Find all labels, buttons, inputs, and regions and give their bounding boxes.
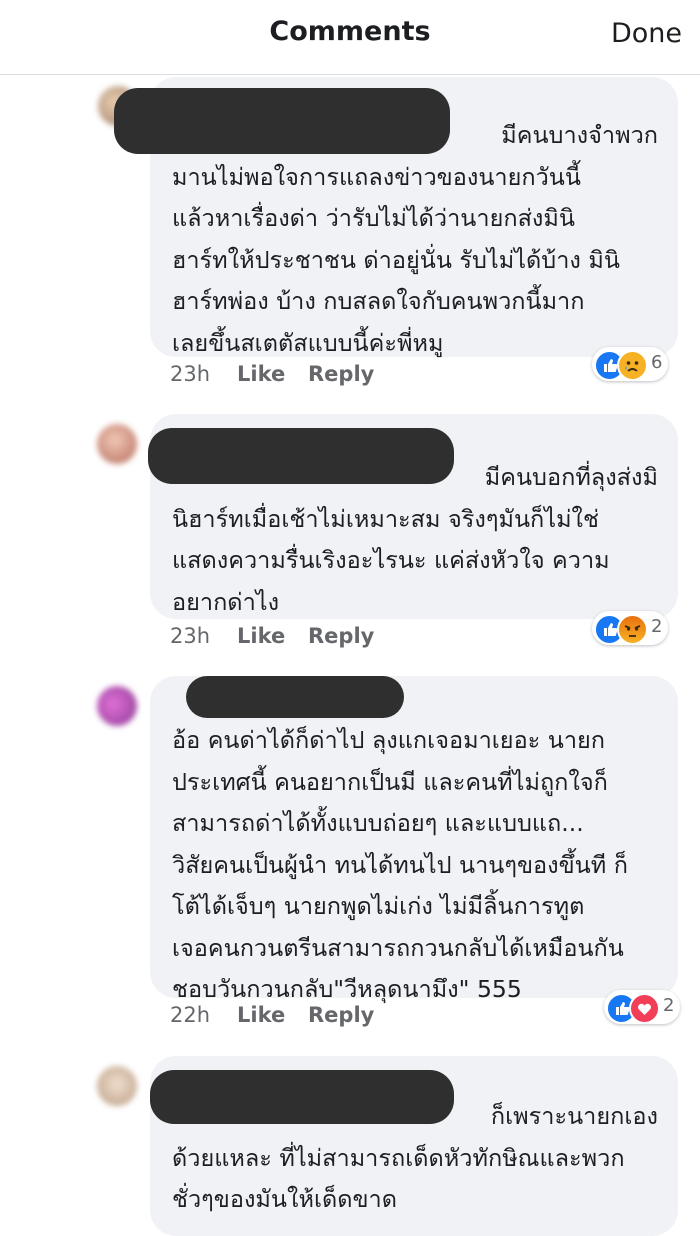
- love-reaction-icon: [629, 993, 660, 1024]
- comment-text-line: โต้ได้เจ็บๆ นายกพูดไม่เก่ง ไม่มีลิ้นการท…: [172, 892, 585, 920]
- redacted-author-name: [150, 1070, 454, 1124]
- comment-text-line: อ้อ คนด่าได้ก็ด่าไป ลุงแกเจอมาเยอะ นายก: [172, 726, 606, 754]
- comment-time: 22h: [170, 1003, 211, 1027]
- comment-text-line: เลยขึ้นสเตตัสแบบนี้ค่ะพี่หมู: [172, 328, 444, 357]
- reaction-count: 2: [663, 995, 675, 1016]
- avatar[interactable]: [97, 686, 137, 726]
- comment-actions: 23h Like Reply: [170, 624, 590, 654]
- comment-text-line: อยากด่าไง: [172, 587, 280, 616]
- avatar[interactable]: [97, 1066, 137, 1106]
- comment-text-line: แสดงความรื่นเริงอะไรนะ แค่ส่งหัวใจ ความ: [172, 546, 610, 574]
- comment-text-line: ประเทศนี้ คนอยากเป็นมี และคนที่ไม่ถูกใจก…: [172, 767, 608, 796]
- comments-header: Comments Done: [0, 0, 700, 75]
- comment-text-line: ด้วยแหละ ที่ไม่สามารถเด็ดหัวทักษิณและพวก: [172, 1143, 625, 1172]
- reply-link[interactable]: Reply: [308, 624, 374, 648]
- comment-text-line: นิฮาร์ทเมื่อเช้าไม่เหมาะสม จริงๆมันก็ไม่…: [172, 504, 599, 533]
- comment-text-line: สามารถด่าได้ทั้งแบบถ่อยๆ และแบบแถ...: [172, 809, 584, 837]
- redacted-author-name: [186, 676, 404, 718]
- comment-text-line: ชั่วๆของมันให้เด็ดขาด: [172, 1185, 398, 1213]
- comment-time: 23h: [170, 362, 211, 386]
- comment-bubble: อ้อ คนด่าได้ก็ด่าไป ลุงแกเจอมาเยอะ นายกป…: [150, 676, 678, 1003]
- comment-text-line: ฮาร์ทพ่อง บ้าง กบสลดใจกับคนพวกนี้มาก: [172, 287, 585, 315]
- like-link[interactable]: Like: [237, 624, 285, 648]
- comment-text-line: เจอคนกวนตรีนสามารถกวนกลับได้เหมือนกัน: [172, 933, 624, 962]
- redacted-author-name: [148, 428, 454, 484]
- comment-text-line: ฮาร์ทให้ประชาชน ด่าอยู่นั่น รับไม่ได้บ้า…: [172, 245, 620, 274]
- reaction-count: 2: [651, 616, 663, 637]
- like-link[interactable]: Like: [237, 1003, 285, 1027]
- comment-text: อ้อ คนด่าได้ก็ด่าไป ลุงแกเจอมาเยอะ นายกป…: [172, 720, 658, 1011]
- reaction-summary[interactable]: 2: [592, 611, 668, 645]
- comment-text-line: มานไม่พอใจการแถลงข่าวของนายกวันนี้: [172, 162, 581, 191]
- reaction-summary[interactable]: 2: [604, 990, 680, 1024]
- comment-text-line: แล้วหาเรื่องด่า ว่ารับไม่ได้ว่านายกส่งมิ…: [172, 204, 575, 232]
- redacted-author-name: [114, 88, 450, 154]
- comment-text-line: วิสัยคนเป็นผู้นำ ทนได้ทนไป นานๆของขึ้นที…: [172, 850, 628, 879]
- done-button[interactable]: Done: [611, 18, 682, 49]
- avatar[interactable]: [97, 424, 137, 464]
- sad-reaction-icon: [617, 350, 648, 381]
- like-link[interactable]: Like: [237, 362, 285, 386]
- page-title: Comments: [269, 16, 431, 47]
- reply-link[interactable]: Reply: [308, 362, 374, 386]
- comment-actions: 23h Like Reply: [170, 362, 590, 392]
- reaction-summary[interactable]: 6: [592, 347, 668, 381]
- reaction-count: 6: [651, 352, 663, 373]
- comment-actions: 22h Like Reply: [170, 1003, 590, 1033]
- reply-link[interactable]: Reply: [308, 1003, 374, 1027]
- comment-time: 23h: [170, 624, 211, 648]
- angry-reaction-icon: [617, 614, 648, 645]
